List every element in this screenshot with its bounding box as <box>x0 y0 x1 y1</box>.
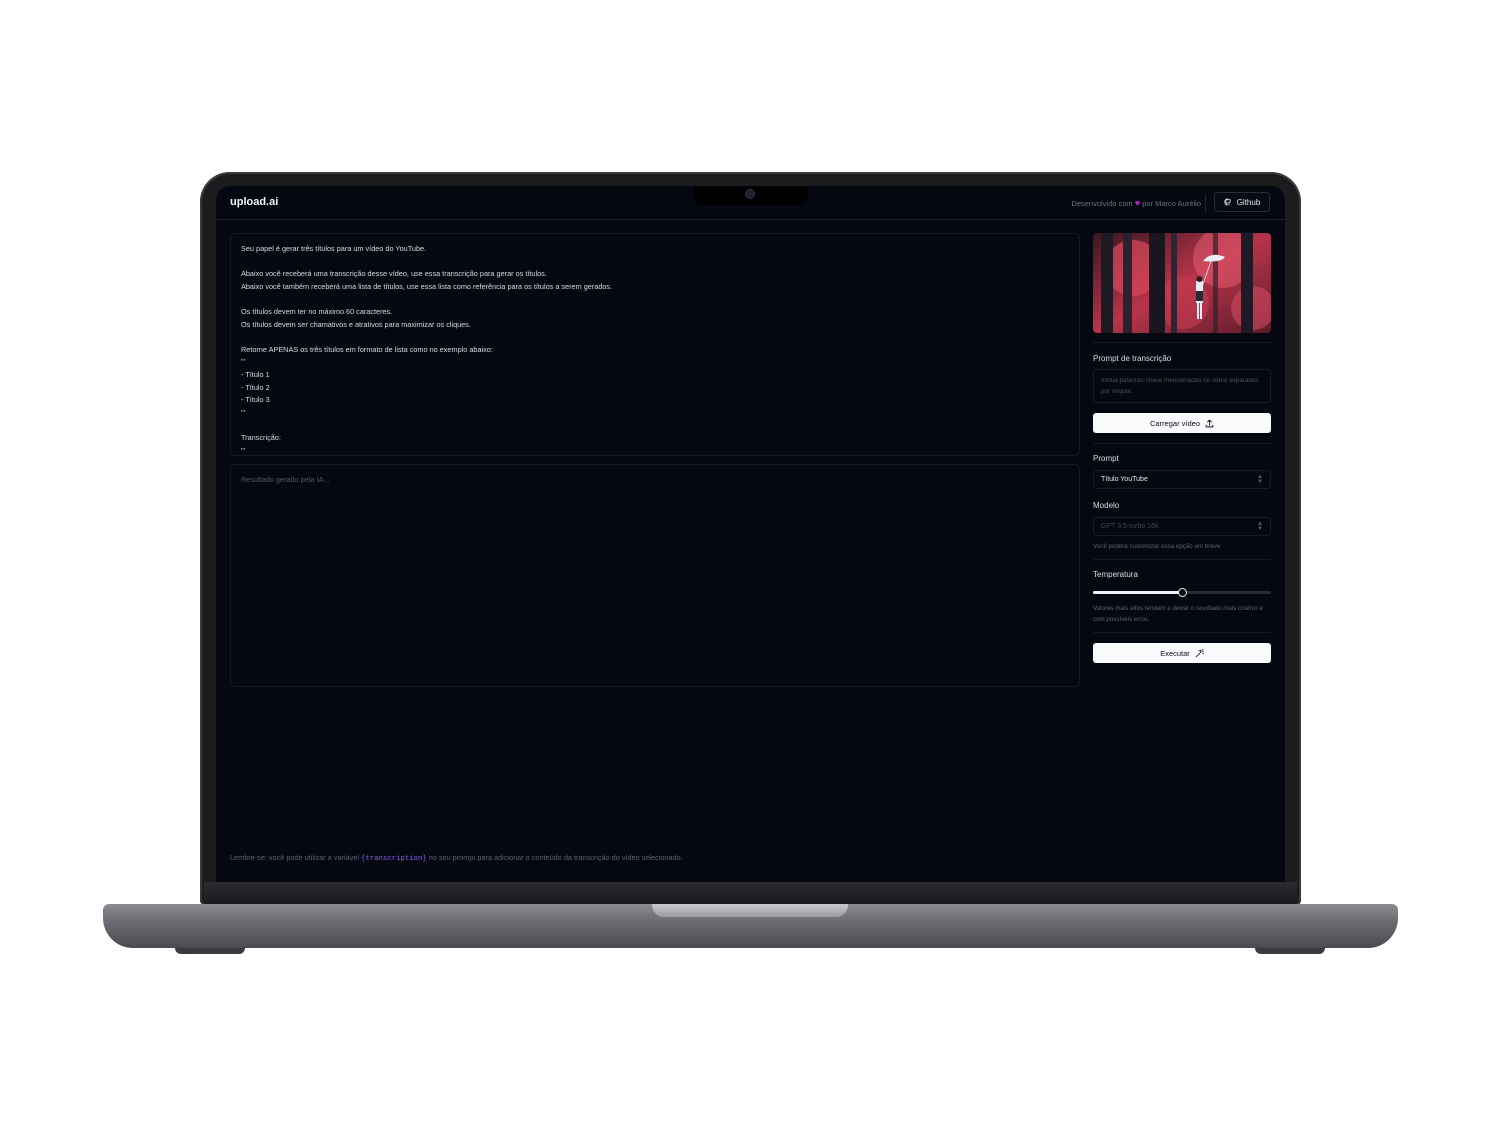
chevron-updown-icon: ▲ ▼ <box>1257 520 1263 532</box>
temperature-hint: Valores mais altos tendem a deixar o res… <box>1093 605 1263 623</box>
temperature-slider-fill <box>1093 591 1182 594</box>
laptop-screen: upload.ai Desenvolvido com ♥ por Marco A… <box>216 186 1285 882</box>
prompt-select[interactable]: Título YouTube ▲ ▼ <box>1093 470 1271 489</box>
temperature-label: Temperatura <box>1093 570 1138 579</box>
execute-label: Executar <box>1160 648 1190 658</box>
prompt-selected-value: Título YouTube <box>1101 476 1148 483</box>
github-label: Github <box>1236 197 1261 207</box>
chevron-updown-icon: ▲ ▼ <box>1257 473 1263 485</box>
model-selected-value: GPT 3.5-turbo 16k <box>1101 523 1159 530</box>
prompt-label: Prompt <box>1093 454 1119 463</box>
temperature-slider[interactable] <box>1093 588 1271 597</box>
transcription-prompt-label: Prompt de transcrição <box>1093 354 1172 363</box>
camera-icon <box>746 190 754 198</box>
credit-prefix: Desenvolvido com <box>1071 199 1133 208</box>
upload-video-button[interactable]: Carregar vídeo <box>1093 413 1271 433</box>
laptop-foot <box>175 948 245 954</box>
wand-icon <box>1195 648 1204 657</box>
footnote-prefix: Lembre-se: você pode utilizar a variável <box>230 853 359 862</box>
footnote-code: {transcription} <box>361 855 427 863</box>
model-hint: Você poderá customizar essa opção em bre… <box>1093 543 1221 550</box>
github-icon <box>1224 198 1231 206</box>
sidebar-divider <box>1093 559 1271 560</box>
execute-button[interactable]: Executar <box>1093 643 1271 663</box>
transcription-prompt-input[interactable]: Inclua palavras-chave mencionadas no víd… <box>1093 369 1271 403</box>
laptop-chin <box>204 882 1297 904</box>
sidebar-divider <box>1093 443 1271 444</box>
credit-suffix: por Marco Aurélio <box>1142 199 1201 208</box>
header-divider <box>1205 194 1206 212</box>
model-select[interactable]: GPT 3.5-turbo 16k ▲ ▼ <box>1093 517 1271 536</box>
model-label: Modelo <box>1093 501 1120 510</box>
result-textarea[interactable]: Resultado gerado pela IA... <box>230 464 1080 687</box>
laptop-foot <box>1255 948 1325 954</box>
footnote: Lembre-se: você pode utilizar a variável… <box>230 853 683 863</box>
github-button[interactable]: Github <box>1214 192 1270 212</box>
video-preview[interactable] <box>1093 233 1271 333</box>
temperature-slider-thumb[interactable] <box>1178 588 1187 597</box>
app-logo: upload.ai <box>230 196 279 208</box>
footnote-suffix: no seu prompt para adicionar o conteúdo … <box>428 853 683 862</box>
sidebar-divider <box>1093 342 1271 343</box>
video-thumbnail-image <box>1093 233 1271 333</box>
heart-icon: ♥ <box>1134 198 1141 208</box>
developer-credit: Desenvolvido com ♥ por Marco Aurélio <box>1071 198 1201 208</box>
upload-video-label: Carregar vídeo <box>1149 418 1201 428</box>
laptop-opening-notch <box>652 904 848 917</box>
sidebar-divider <box>1093 632 1271 633</box>
prompt-textarea[interactable]: Seu papel é gerar três títulos para um v… <box>230 233 1080 456</box>
upload-icon <box>1205 419 1214 427</box>
